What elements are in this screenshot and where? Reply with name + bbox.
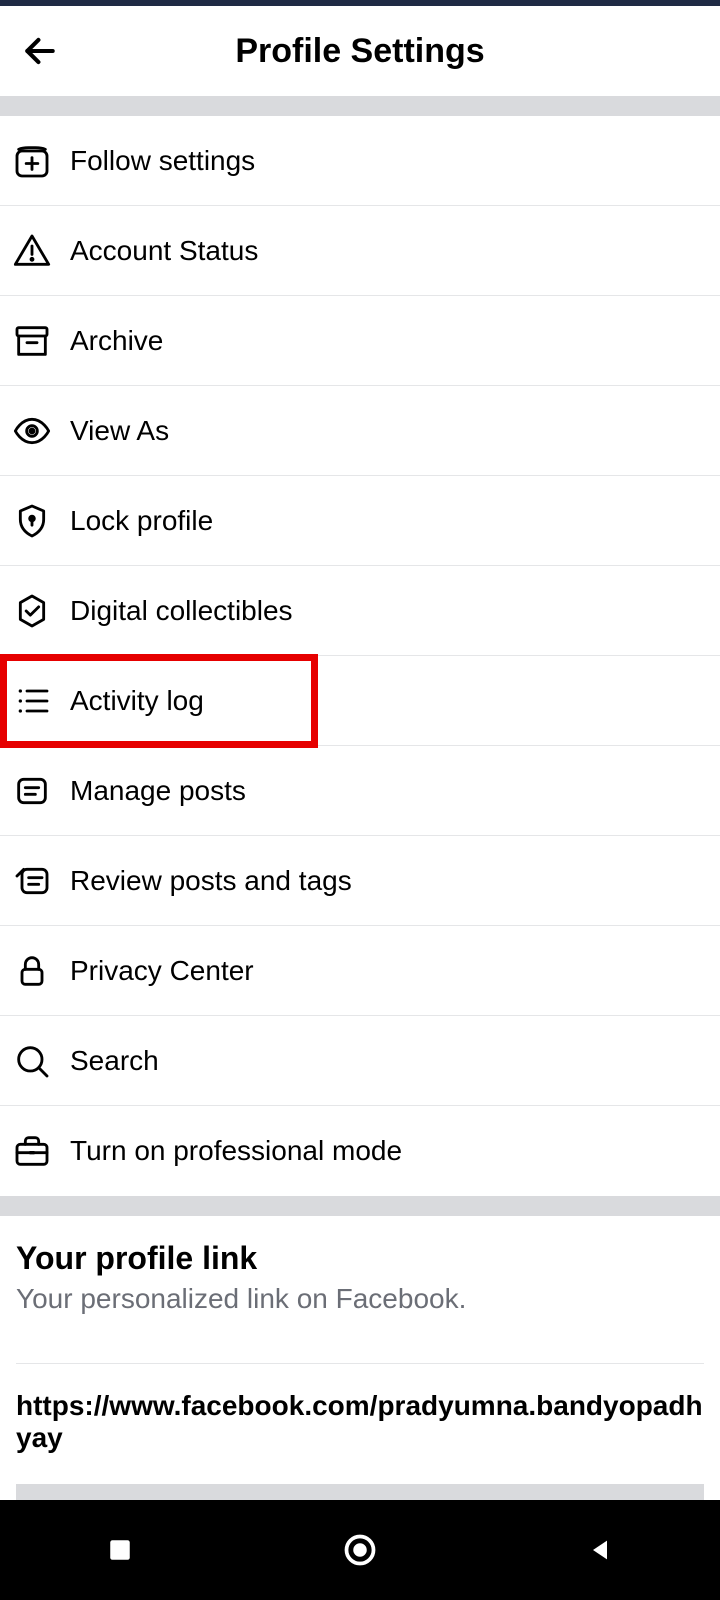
- menu-item-archive[interactable]: Archive: [0, 296, 720, 386]
- review-icon: [12, 861, 64, 901]
- profile-link-title: Your profile link: [16, 1240, 704, 1277]
- settings-list: Follow settings Account Status Archive View…: [0, 116, 720, 1196]
- menu-item-label: Account Status: [70, 235, 258, 267]
- archive-box-icon: [12, 321, 64, 361]
- recents-button[interactable]: [80, 1520, 160, 1580]
- shield-keyhole-icon: [12, 501, 64, 541]
- menu-item-activity-log[interactable]: Activity log: [0, 656, 720, 746]
- menu-item-label: View As: [70, 415, 169, 447]
- menu-item-follow-settings[interactable]: Follow settings: [0, 116, 720, 206]
- square-icon: [107, 1537, 133, 1563]
- header-bar: Profile Settings: [0, 6, 720, 96]
- section-divider: [0, 1196, 720, 1216]
- menu-item-lock-profile[interactable]: Lock profile: [0, 476, 720, 566]
- menu-item-label: Search: [70, 1045, 159, 1077]
- circle-icon: [342, 1532, 378, 1568]
- divider-line: [16, 1363, 704, 1364]
- menu-item-account-status[interactable]: Account Status: [0, 206, 720, 296]
- menu-item-privacy-center[interactable]: Privacy Center: [0, 926, 720, 1016]
- menu-item-view-as[interactable]: View As: [0, 386, 720, 476]
- menu-item-label: Manage posts: [70, 775, 246, 807]
- section-divider: [0, 96, 720, 116]
- nav-back-button[interactable]: [560, 1520, 640, 1580]
- eye-icon: [12, 411, 64, 451]
- menu-item-label: Follow settings: [70, 145, 255, 177]
- triangle-left-icon: [586, 1536, 614, 1564]
- briefcase-icon: [12, 1131, 64, 1171]
- menu-item-label: Turn on professional mode: [70, 1135, 402, 1167]
- menu-item-label: Lock profile: [70, 505, 213, 537]
- page-title: Profile Settings: [16, 32, 704, 71]
- system-nav-bar: [0, 1500, 720, 1600]
- menu-item-professional-mode[interactable]: Turn on professional mode: [0, 1106, 720, 1196]
- profile-link-subtitle: Your personalized link on Facebook.: [16, 1283, 704, 1315]
- home-button[interactable]: [320, 1520, 400, 1580]
- warning-triangle-icon: [12, 231, 64, 271]
- menu-item-label: Activity log: [70, 685, 204, 717]
- menu-item-manage-posts[interactable]: Manage posts: [0, 746, 720, 836]
- folder-plus-icon: [12, 141, 64, 181]
- post-icon: [12, 771, 64, 811]
- list-icon: [12, 681, 64, 721]
- menu-item-label: Archive: [70, 325, 163, 357]
- menu-item-review-posts-tags[interactable]: Review posts and tags: [0, 836, 720, 926]
- menu-item-label: Digital collectibles: [70, 595, 293, 627]
- menu-item-label: Review posts and tags: [70, 865, 352, 897]
- menu-item-digital-collectibles[interactable]: Digital collectibles: [0, 566, 720, 656]
- profile-link-url[interactable]: https://www.facebook.com/pradyumna.bandy…: [0, 1390, 720, 1484]
- lock-icon: [12, 951, 64, 991]
- search-icon: [12, 1041, 64, 1081]
- menu-item-search[interactable]: Search: [0, 1016, 720, 1106]
- hex-check-icon: [12, 591, 64, 631]
- menu-item-label: Privacy Center: [70, 955, 254, 987]
- profile-link-section: Your profile link Your personalized link…: [0, 1216, 720, 1363]
